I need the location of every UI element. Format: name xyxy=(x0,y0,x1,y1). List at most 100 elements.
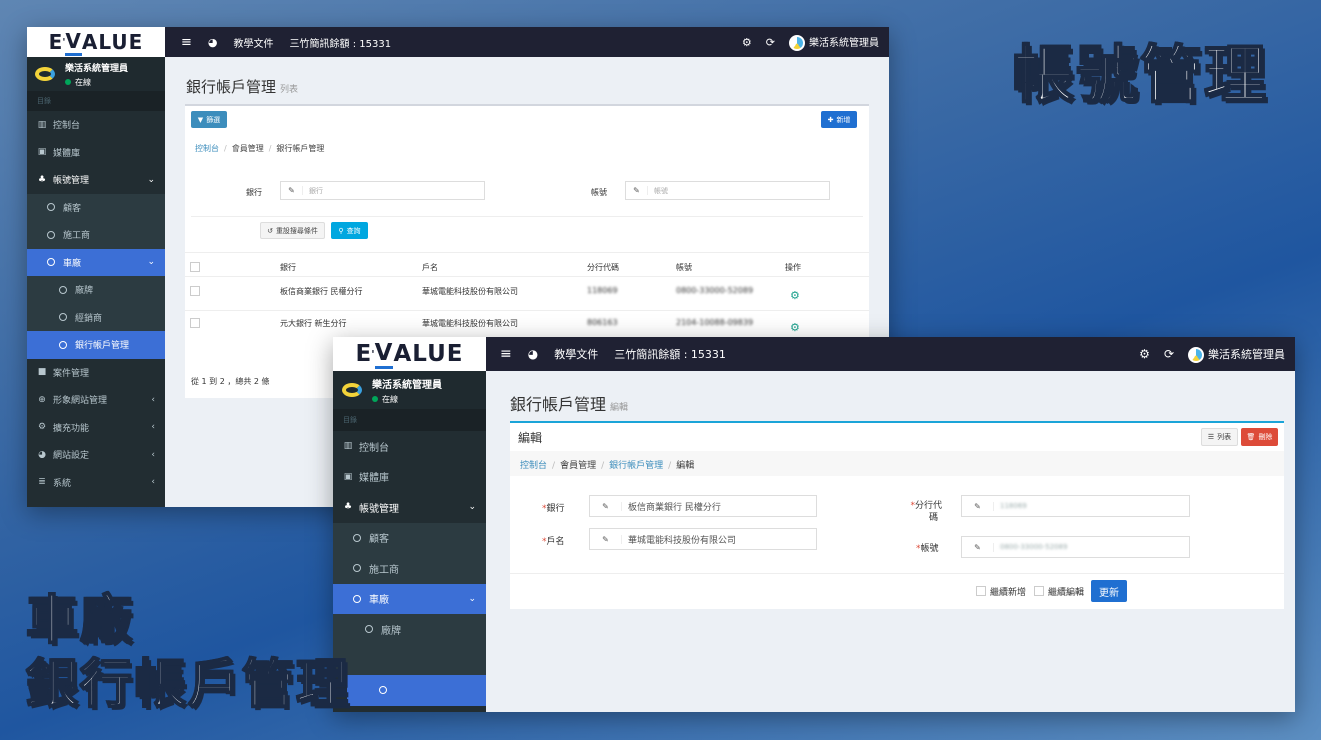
chevron-left-icon: ‹ xyxy=(151,394,155,405)
add-button[interactable]: ✚ 新增 xyxy=(821,111,857,128)
website-icon: ⊕ xyxy=(38,394,46,405)
breadcrumb: 控制台 / 會員管理 / 銀行帳戶管理 xyxy=(195,144,325,153)
image-icon: ▣ xyxy=(37,147,47,158)
sidebar-item-dealer[interactable] xyxy=(333,644,486,675)
chevron-left-icon: ‹ xyxy=(151,422,155,433)
avatar xyxy=(1188,346,1204,363)
account-search-input[interactable]: ✎ 帳號 xyxy=(625,181,830,200)
sidebar-item-cases[interactable]: ■ 案件管理 xyxy=(27,359,165,387)
sidebar-item-settings[interactable]: ◕ 網站設定 ‹ xyxy=(27,441,165,469)
docs-link[interactable]: 教學文件 xyxy=(554,346,598,362)
top-navbar: E ' V ALUE ≡ ◕ 教學文件 三竹簡訊餘額 : 15331 ⚙ ⟳ 樂活系統… xyxy=(333,337,1295,371)
breadcrumb-dashboard[interactable]: 控制台 xyxy=(520,461,547,471)
evalue-logo[interactable]: E ' V ALUE xyxy=(27,27,165,57)
online-dot-icon xyxy=(372,395,378,402)
trash-icon: 🗑 xyxy=(1246,433,1256,441)
sidebar-item-carmaker[interactable]: 車廠 ⌄ xyxy=(333,583,486,614)
bar-chart-icon: ▥ xyxy=(343,441,353,452)
sidebar-item-customer[interactable]: 顧客 xyxy=(27,193,165,221)
folder-icon: ■ xyxy=(37,367,47,378)
overlay-title-account: 帳號管理 xyxy=(1011,37,1269,112)
column-header-bank: 銀行 xyxy=(280,263,296,272)
breadcrumb-bank[interactable]: 銀行帳戶管理 xyxy=(609,461,663,471)
sidebar-item-media[interactable]: ▣ 媒體庫 xyxy=(27,139,165,167)
pagination-summary: 從 1 到 2 ，總共 2 條 xyxy=(191,377,270,386)
row-checkbox[interactable] xyxy=(190,286,200,296)
sidebar-item-contractor[interactable]: 施工商 xyxy=(333,553,486,584)
cogs-icon: ⚙ xyxy=(37,422,47,433)
sms-balance: 三竹簡訊餘額 : 15331 xyxy=(614,348,726,361)
reset-search-button[interactable]: ↺ 重設搜尋條件 xyxy=(260,222,325,239)
edit-window: E ' V ALUE ≡ ◕ 教學文件 三竹簡訊餘額 : 15331 ⚙ ⟳ 樂活系統… xyxy=(333,337,1295,712)
sidebar-item-carmaker[interactable]: 車廠 ⌄ xyxy=(27,248,165,276)
circle-icon xyxy=(47,203,55,212)
globe-icon[interactable]: ◕ xyxy=(208,36,218,49)
sidebar-item-bank[interactable] xyxy=(347,675,486,706)
branch-code-input[interactable]: ✎ 118069 xyxy=(961,495,1190,517)
continue-edit-checkbox[interactable] xyxy=(1034,586,1044,596)
sidebar-header: 目錄 xyxy=(333,409,486,431)
account-label: 帳號 xyxy=(591,188,607,197)
refresh-icon[interactable]: ⟳ xyxy=(766,36,775,49)
user-panel: 樂活系統管理員 在線 xyxy=(27,57,165,91)
sidebar-item-system[interactable]: ≣ 系統 ‹ xyxy=(27,469,165,497)
bank-label: 銀行 xyxy=(246,188,262,197)
filter-button[interactable]: ▼ 篩選 xyxy=(191,111,227,128)
sidebar-item-dashboard[interactable]: ▥ 控制台 xyxy=(27,111,165,139)
breadcrumb-dashboard[interactable]: 控制台 xyxy=(195,144,219,153)
server-icon: ≣ xyxy=(38,477,46,488)
sidebar-item-media[interactable]: ▣ 媒體庫 xyxy=(333,462,486,493)
circle-icon xyxy=(353,594,361,603)
circle-icon xyxy=(47,230,55,239)
update-button[interactable]: 更新 xyxy=(1091,580,1127,602)
circle-icon xyxy=(365,625,373,634)
user-menu[interactable]: 樂活系統管理員 xyxy=(1188,346,1285,363)
sidebar-item-customer[interactable]: 顧客 xyxy=(333,522,486,553)
column-header-actions: 操作 xyxy=(785,263,801,272)
select-all-checkbox[interactable] xyxy=(190,262,200,272)
bar-chart-icon: ▥ xyxy=(37,119,47,130)
sidebar-item-bank[interactable]: 銀行帳戶管理 xyxy=(27,331,165,359)
bank-search-input[interactable]: ✎ 銀行 xyxy=(280,181,485,200)
settings-icon[interactable]: ⚙ xyxy=(742,36,752,49)
sidebar-item-contractor[interactable]: 施工商 xyxy=(27,221,165,249)
account-input[interactable]: ✎ 0800-33000-52089 xyxy=(961,536,1190,558)
menu-toggle-icon[interactable]: ≡ xyxy=(500,346,512,362)
continue-add-checkbox[interactable] xyxy=(976,586,986,596)
sidebar-item-factory[interactable]: 廠牌 xyxy=(27,276,165,304)
sidebar-item-accounts[interactable]: ♣ 帳號管理 ⌄ xyxy=(27,166,165,194)
users-icon: ♣ xyxy=(37,174,47,185)
page-title: 銀行帳戶管理 列表 xyxy=(186,78,299,96)
sidebar-item-extend[interactable]: ⚙ 擴充功能 ‹ xyxy=(27,414,165,442)
continue-edit-label: 繼續編輯 xyxy=(1048,588,1085,598)
bank-input[interactable]: ✎ 板信商業銀行 民權分行 xyxy=(589,495,817,517)
circle-icon xyxy=(353,533,361,542)
sidebar-item-factory[interactable]: 廠牌 xyxy=(333,614,486,645)
user-panel: 樂活系統管理員 在線 xyxy=(333,371,486,409)
evalue-logo[interactable]: E ' V ALUE xyxy=(333,337,486,371)
pencil-icon: ✎ xyxy=(281,186,303,195)
column-header-holder: 戶名 xyxy=(422,263,438,272)
settings-icon[interactable]: ⚙ xyxy=(1139,347,1150,361)
sidebar-item-accounts[interactable]: ♣ 帳號管理 ⌄ xyxy=(333,492,486,523)
globe-icon[interactable]: ◕ xyxy=(528,347,538,361)
sidebar-item-dealer[interactable]: 經銷商 xyxy=(27,303,165,331)
list-button[interactable]: ☰ 列表 xyxy=(1201,428,1238,446)
row-action-gear-icon[interactable]: ⚙ xyxy=(790,289,800,302)
holder-input[interactable]: ✎ 華城電能科技股份有限公司 xyxy=(589,528,817,550)
menu-toggle-icon[interactable]: ≡ xyxy=(181,35,192,50)
user-menu[interactable]: 樂活系統管理員 xyxy=(789,34,879,51)
refresh-icon[interactable]: ⟳ xyxy=(1164,347,1174,361)
delete-button[interactable]: 🗑 刪除 xyxy=(1241,428,1278,446)
search-button[interactable]: ⚲ 查詢 xyxy=(331,222,368,239)
plus-icon: ✚ xyxy=(827,115,834,124)
bank-label: *銀行 xyxy=(542,504,565,514)
pencil-icon: ✎ xyxy=(626,186,648,195)
sidebar-item-dashboard[interactable]: ▥ 控制台 xyxy=(333,431,486,462)
sidebar: 樂活系統管理員 在線 目錄 ▥ 控制台 ▣ 媒體庫 ♣ 帳號管理 ⌄ 顧客 施工商 車廠… xyxy=(27,57,165,507)
row-action-gear-icon[interactable]: ⚙ xyxy=(790,321,800,334)
docs-link[interactable]: 教學文件 xyxy=(234,35,274,50)
sidebar-item-site[interactable]: ⊕ 形象網站管理 ‹ xyxy=(27,386,165,414)
row-checkbox[interactable] xyxy=(190,318,200,328)
pencil-icon: ✎ xyxy=(590,534,622,544)
